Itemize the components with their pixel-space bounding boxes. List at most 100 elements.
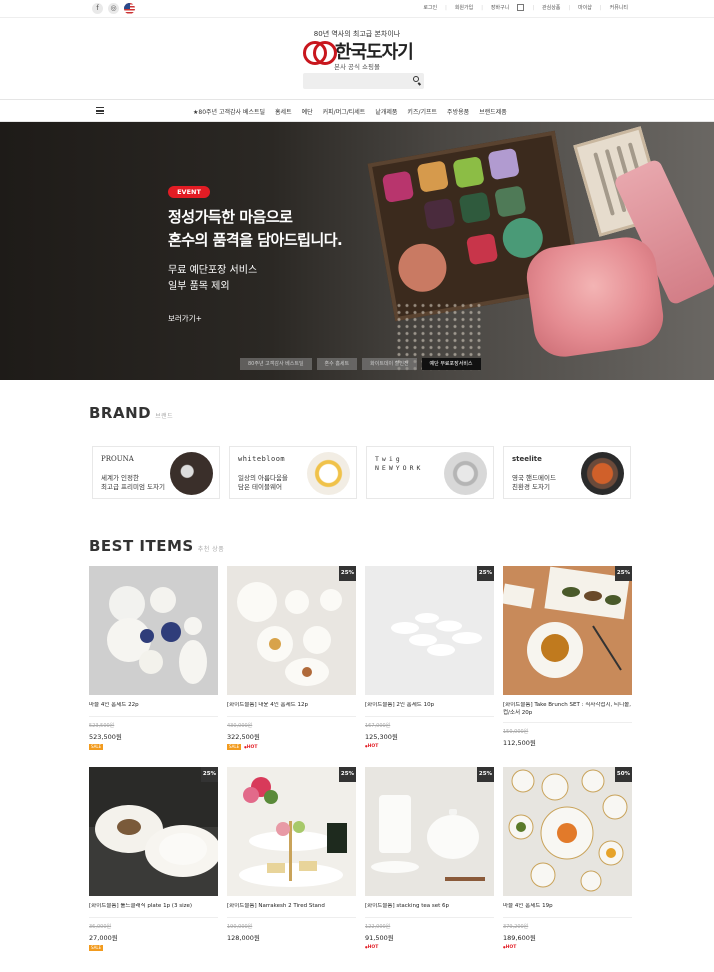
product-photo xyxy=(239,777,347,887)
product-image[interactable]: 25% xyxy=(503,566,632,695)
nav-item-yedan[interactable]: 예단 xyxy=(302,107,313,116)
product-price: 125,300원 xyxy=(365,733,398,741)
top-utility-bar: f ◎ 로그인 | 회원가입 | 장바구니 | 관심상품 | 마이샵 | 커뮤니… xyxy=(0,0,714,18)
nav-item-single[interactable]: 낱개제품 xyxy=(375,107,397,116)
product-name[interactable]: [화이트블룸] 룰드클래식 plate 1p (3 size) xyxy=(89,903,218,913)
product-name[interactable]: [화이트블룸] 대윤 4인 홈세트 12p xyxy=(227,702,356,712)
product-tags: SALE HOT xyxy=(227,744,356,750)
product-old-price: 190,000원 xyxy=(227,924,253,930)
discount-badge: 25% xyxy=(339,767,356,782)
nav-item-kitchen[interactable]: 주방용품 xyxy=(447,107,469,116)
nav-item-homeset[interactable]: 홈세트 xyxy=(275,107,292,116)
community-link[interactable]: 커뮤니티 xyxy=(610,4,628,11)
brand-desc: 영국 핸드메이드 친환경 도자기 xyxy=(512,474,556,491)
product-price: 322,500원 xyxy=(227,733,260,741)
brand-desc-line: 영국 핸드메이드 xyxy=(512,474,556,482)
product-price: 27,000원 xyxy=(89,934,118,942)
product-name[interactable]: 마블 4인 홈세트 19p xyxy=(503,903,632,913)
cart-link[interactable]: 장바구니 xyxy=(491,4,509,11)
product-card[interactable]: 25% [화이트블룸] 2인 홈세트 10p 167,000원 125,300원… xyxy=(365,566,494,750)
product-name[interactable]: [화이트블룸] Take Brunch SET : 직사각접시, 티니볼, 컵/… xyxy=(503,702,632,718)
product-card[interactable]: 25% [화이트블룸] 룰드클래식 plate 1p (3 size) 36,0… xyxy=(89,767,218,951)
product-image[interactable]: 25% xyxy=(365,566,494,695)
best-subtitle: 추천 상품 xyxy=(197,546,225,553)
product-card[interactable]: 25% [화이트블룸] stacking tea set 6p 122,000원… xyxy=(365,767,494,951)
brand-desc-line: 일상의 아름다움을 xyxy=(238,474,288,482)
product-image[interactable]: 25% xyxy=(89,767,218,896)
divider xyxy=(365,716,494,717)
wishlist-link[interactable]: 관심상품 xyxy=(542,4,560,11)
product-photo xyxy=(371,795,485,881)
instagram-icon[interactable]: ◎ xyxy=(108,3,119,14)
product-name[interactable]: 마블 4인 홈세트 22p xyxy=(89,702,218,712)
product-image[interactable] xyxy=(89,566,218,695)
hero-tab[interactable]: 80주년 고객감사 베스트딜 xyxy=(240,358,312,370)
nav-item-brand[interactable]: 브랜드제품 xyxy=(479,107,507,116)
login-link[interactable]: 로그인 xyxy=(423,4,437,11)
best-items-row-1: 마블 4인 홈세트 22p 523,500원 523,500원 SALE 25%… xyxy=(89,566,634,750)
product-card[interactable]: 25% [화이트블룸] 대윤 4인 홈세트 12p 430,000원 322,5… xyxy=(227,566,356,750)
product-name[interactable]: [화이트블룸] Narrakesh 2 Tired Stand xyxy=(227,903,356,913)
logo-subtitle: 본사 공식 쇼핑몰 xyxy=(334,63,380,71)
brand-card-whitebloom[interactable]: whitebloom 일상의 아름다움을 담은 테이블웨어 xyxy=(229,446,357,499)
menu-icon[interactable] xyxy=(96,107,104,114)
product-old-price: 122,000원 xyxy=(365,924,391,930)
product-tags: HOT xyxy=(503,945,632,950)
hero-title-line: 정성가득한 마음으로 xyxy=(168,208,293,226)
brand-desc: 세계가 인정한 최고급 프리미엄 도자기 xyxy=(101,474,165,491)
product-card[interactable]: 50% 마블 4인 홈세트 19p 379,200원 189,600원 HOT xyxy=(503,767,632,951)
hero-more-link[interactable]: 보러가기+ xyxy=(168,313,202,324)
product-image[interactable]: 25% xyxy=(227,767,356,896)
discount-badge: 25% xyxy=(201,767,218,782)
hero-bojagi-image xyxy=(522,233,668,361)
product-image[interactable]: 25% xyxy=(227,566,356,695)
best-title: BEST ITEMS xyxy=(89,537,194,555)
hero-tab[interactable]: 혼수 홈세트 xyxy=(316,358,358,370)
product-card[interactable]: 마블 4인 홈세트 22p 523,500원 523,500원 SALE xyxy=(89,566,218,750)
sale-tag: SALE xyxy=(227,744,242,750)
nav-item-kids[interactable]: 키즈/기프트 xyxy=(407,107,437,116)
divider xyxy=(503,722,632,723)
hero-tab[interactable]: 화이트데이 할인전 xyxy=(362,358,417,370)
divider xyxy=(89,917,218,918)
brand-card-twig[interactable]: Twig NEWYORK xyxy=(366,446,494,499)
divider xyxy=(227,716,356,717)
discount-badge: 50% xyxy=(615,767,632,782)
brand-title: BRAND xyxy=(89,404,152,422)
divider xyxy=(89,716,218,717)
brand-card-steelite[interactable]: steelite 영국 핸드메이드 친환경 도자기 xyxy=(503,446,631,499)
brand-image xyxy=(581,452,624,495)
product-tags: SALE xyxy=(89,744,218,750)
product-card[interactable]: 25% [화이트블룸] Take Brunch SET : 직사각접시, 티니볼… xyxy=(503,566,632,750)
nav-item-coffee[interactable]: 커피/머그/티세트 xyxy=(323,107,366,116)
search-input[interactable] xyxy=(303,73,424,89)
hot-tag: HOT xyxy=(365,945,379,950)
myshop-link[interactable]: 마이샵 xyxy=(578,4,592,11)
product-price: 112,500원 xyxy=(503,739,536,747)
product-price: 91,500원 xyxy=(365,934,394,942)
product-image[interactable]: 25% xyxy=(365,767,494,896)
product-name[interactable]: [화이트블룸] 2인 홈세트 10p xyxy=(365,702,494,712)
nav-item-bestdeal[interactable]: ★80주년 고객감사 베스트딜 xyxy=(193,107,265,116)
hero-banner[interactable]: EVENT 정성가득한 마음으로 혼수의 품격을 담아드립니다. 무료 예단포장… xyxy=(0,122,714,380)
cart-icon[interactable] xyxy=(517,4,525,11)
search-icon[interactable] xyxy=(413,76,419,82)
join-link[interactable]: 회원가입 xyxy=(455,4,473,11)
us-flag-icon[interactable] xyxy=(124,3,135,14)
brand-list: PROUNA 세계가 인정한 최고급 프리미엄 도자기 whitebloom 일… xyxy=(92,446,631,499)
hero-slide-tabs: 80주년 고객감사 베스트딜 혼수 홈세트 화이트데이 할인전 예단 무료포장서… xyxy=(240,358,481,370)
nav-items: ★80주년 고객감사 베스트딜 홈세트 예단 커피/머그/티세트 낱개제품 키즈… xyxy=(193,107,507,116)
hero-tab-active[interactable]: 예단 무료포장서비스 xyxy=(421,358,481,370)
brand-image xyxy=(170,452,213,495)
brand-logo: PROUNA xyxy=(101,455,134,463)
logo-mark-icon xyxy=(303,41,337,65)
product-card[interactable]: 25% [화이트블룸] Narrakesh 2 Tired Stand 190,… xyxy=(227,767,356,951)
product-image[interactable]: 50% xyxy=(503,767,632,896)
product-old-price: 150,000원 xyxy=(503,729,529,735)
product-name[interactable]: [화이트블룸] stacking tea set 6p xyxy=(365,903,494,913)
discount-badge: 25% xyxy=(615,566,632,581)
brand-section-title: BRAND 브랜드 xyxy=(89,404,173,422)
brand-image xyxy=(307,452,350,495)
facebook-icon[interactable]: f xyxy=(92,3,103,14)
brand-card-prouna[interactable]: PROUNA 세계가 인정한 최고급 프리미엄 도자기 xyxy=(92,446,220,499)
